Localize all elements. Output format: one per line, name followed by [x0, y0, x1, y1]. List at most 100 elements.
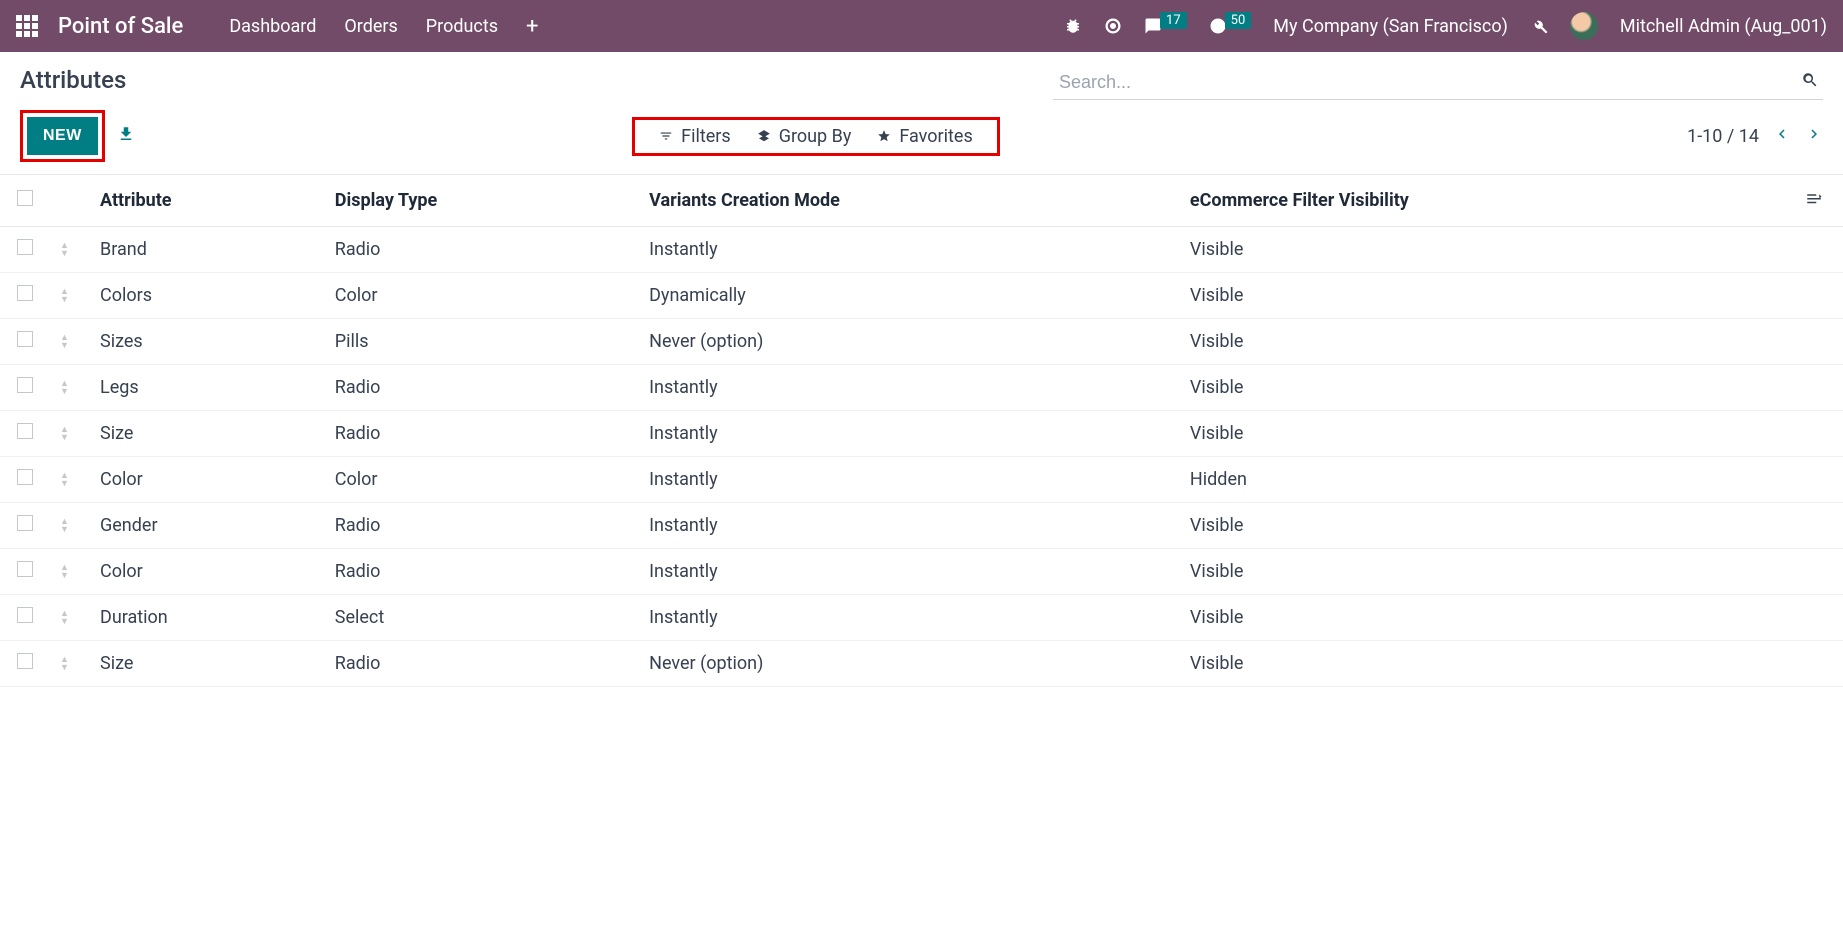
search-icon[interactable] — [1801, 70, 1819, 94]
table-row[interactable]: SizesPillsNever (option)Visible — [0, 319, 1843, 365]
menu-orders[interactable]: Orders — [344, 16, 397, 37]
cell-ecommerce: Visible — [1180, 273, 1793, 319]
support-icon[interactable] — [1104, 17, 1122, 35]
cell-display-type: Radio — [325, 549, 639, 595]
select-all-checkbox[interactable] — [17, 190, 33, 206]
drag-handle-icon[interactable] — [60, 518, 80, 534]
table-row[interactable]: ColorsColorDynamicallyVisible — [0, 273, 1843, 319]
drag-handle-icon[interactable] — [60, 242, 80, 258]
cell-ecommerce: Visible — [1180, 227, 1793, 273]
groupby-button[interactable]: Group By — [757, 126, 852, 147]
cell-attribute: Brand — [90, 227, 325, 273]
filter-toolbar-highlight: Filters Group By Favorites — [632, 117, 1000, 156]
header-checkbox-col — [0, 175, 50, 227]
row-checkbox[interactable] — [17, 653, 33, 669]
cell-ecommerce: Visible — [1180, 641, 1793, 687]
table-row[interactable]: GenderRadioInstantlyVisible — [0, 503, 1843, 549]
cell-attribute: Color — [90, 549, 325, 595]
pager-next-icon[interactable] — [1805, 124, 1823, 148]
row-checkbox[interactable] — [17, 331, 33, 347]
header-options — [1793, 175, 1843, 227]
activity-icon[interactable]: 50 — [1209, 17, 1252, 35]
cell-ecommerce: Visible — [1180, 319, 1793, 365]
table-row[interactable]: LegsRadioInstantlyVisible — [0, 365, 1843, 411]
drag-handle-icon[interactable] — [60, 288, 80, 304]
avatar[interactable] — [1570, 12, 1598, 40]
favorites-button[interactable]: Favorites — [877, 126, 972, 147]
drag-handle-icon[interactable] — [60, 426, 80, 442]
drag-handle-icon[interactable] — [60, 380, 80, 396]
favorites-label: Favorites — [899, 126, 972, 147]
drag-handle-icon[interactable] — [60, 334, 80, 350]
header-handle-col — [50, 175, 90, 227]
new-button[interactable]: NEW — [27, 117, 98, 155]
app-title[interactable]: Point of Sale — [58, 14, 183, 39]
optional-columns-icon[interactable] — [1805, 191, 1823, 212]
cell-ecommerce: Visible — [1180, 595, 1793, 641]
messaging-icon[interactable]: 17 — [1144, 17, 1187, 35]
pager-prev-icon[interactable] — [1773, 124, 1791, 148]
filters-label: Filters — [681, 126, 731, 147]
cell-display-type: Select — [325, 595, 639, 641]
table-row[interactable]: DurationSelectInstantlyVisible — [0, 595, 1843, 641]
new-button-highlight: NEW — [20, 110, 105, 162]
cell-ecommerce: Visible — [1180, 365, 1793, 411]
row-checkbox[interactable] — [17, 377, 33, 393]
cell-variants-mode: Instantly — [639, 503, 1180, 549]
cell-attribute: Size — [90, 641, 325, 687]
table-row[interactable]: BrandRadioInstantlyVisible — [0, 227, 1843, 273]
import-icon[interactable] — [117, 125, 135, 148]
header-ecommerce[interactable]: eCommerce Filter Visibility — [1180, 175, 1793, 227]
cell-variants-mode: Instantly — [639, 411, 1180, 457]
filters-button[interactable]: Filters — [659, 126, 731, 147]
table-row[interactable]: ColorRadioInstantlyVisible — [0, 549, 1843, 595]
row-checkbox[interactable] — [17, 239, 33, 255]
drag-handle-icon[interactable] — [60, 656, 80, 672]
table-row[interactable]: ColorColorInstantlyHidden — [0, 457, 1843, 503]
drag-handle-icon[interactable] — [60, 564, 80, 580]
row-checkbox[interactable] — [17, 515, 33, 531]
cell-ecommerce: Visible — [1180, 411, 1793, 457]
top-navbar: Point of Sale Dashboard Orders Products … — [0, 0, 1843, 52]
breadcrumb: Attributes — [20, 66, 126, 94]
pager-text[interactable]: 1-10 / 14 — [1687, 126, 1759, 147]
row-checkbox[interactable] — [17, 423, 33, 439]
cell-display-type: Color — [325, 273, 639, 319]
header-display-type[interactable]: Display Type — [325, 175, 639, 227]
cell-attribute: Size — [90, 411, 325, 457]
cell-variants-mode: Never (option) — [639, 319, 1180, 365]
menu-products[interactable]: Products — [426, 16, 498, 37]
cell-display-type: Radio — [325, 411, 639, 457]
header-variants-mode[interactable]: Variants Creation Mode — [639, 175, 1180, 227]
company-selector[interactable]: My Company (San Francisco) — [1273, 16, 1508, 37]
table-row[interactable]: SizeRadioNever (option)Visible — [0, 641, 1843, 687]
search-input[interactable] — [1053, 66, 1823, 100]
table-row[interactable]: SizeRadioInstantlyVisible — [0, 411, 1843, 457]
drag-handle-icon[interactable] — [60, 472, 80, 488]
apps-icon[interactable] — [16, 15, 38, 37]
add-menu-icon[interactable]: + — [526, 14, 538, 39]
cell-variants-mode: Instantly — [639, 227, 1180, 273]
navbar-left: Point of Sale Dashboard Orders Products … — [16, 14, 539, 39]
cell-attribute: Sizes — [90, 319, 325, 365]
row-checkbox[interactable] — [17, 561, 33, 577]
user-menu[interactable]: Mitchell Admin (Aug_001) — [1620, 16, 1827, 37]
cell-attribute: Colors — [90, 273, 325, 319]
settings-tools-icon[interactable] — [1530, 17, 1548, 35]
row-checkbox[interactable] — [17, 469, 33, 485]
menu-dashboard[interactable]: Dashboard — [229, 16, 316, 37]
cell-attribute: Duration — [90, 595, 325, 641]
cell-display-type: Radio — [325, 641, 639, 687]
header-attribute[interactable]: Attribute — [90, 175, 325, 227]
row-checkbox[interactable] — [17, 285, 33, 301]
cell-variants-mode: Instantly — [639, 595, 1180, 641]
drag-handle-icon[interactable] — [60, 610, 80, 626]
activity-badge: 50 — [1225, 12, 1252, 29]
cell-variants-mode: Never (option) — [639, 641, 1180, 687]
cell-ecommerce: Visible — [1180, 549, 1793, 595]
cell-attribute: Color — [90, 457, 325, 503]
attribute-table: Attribute Display Type Variants Creation… — [0, 175, 1843, 687]
row-checkbox[interactable] — [17, 607, 33, 623]
cell-variants-mode: Instantly — [639, 549, 1180, 595]
bug-icon[interactable] — [1064, 17, 1082, 35]
